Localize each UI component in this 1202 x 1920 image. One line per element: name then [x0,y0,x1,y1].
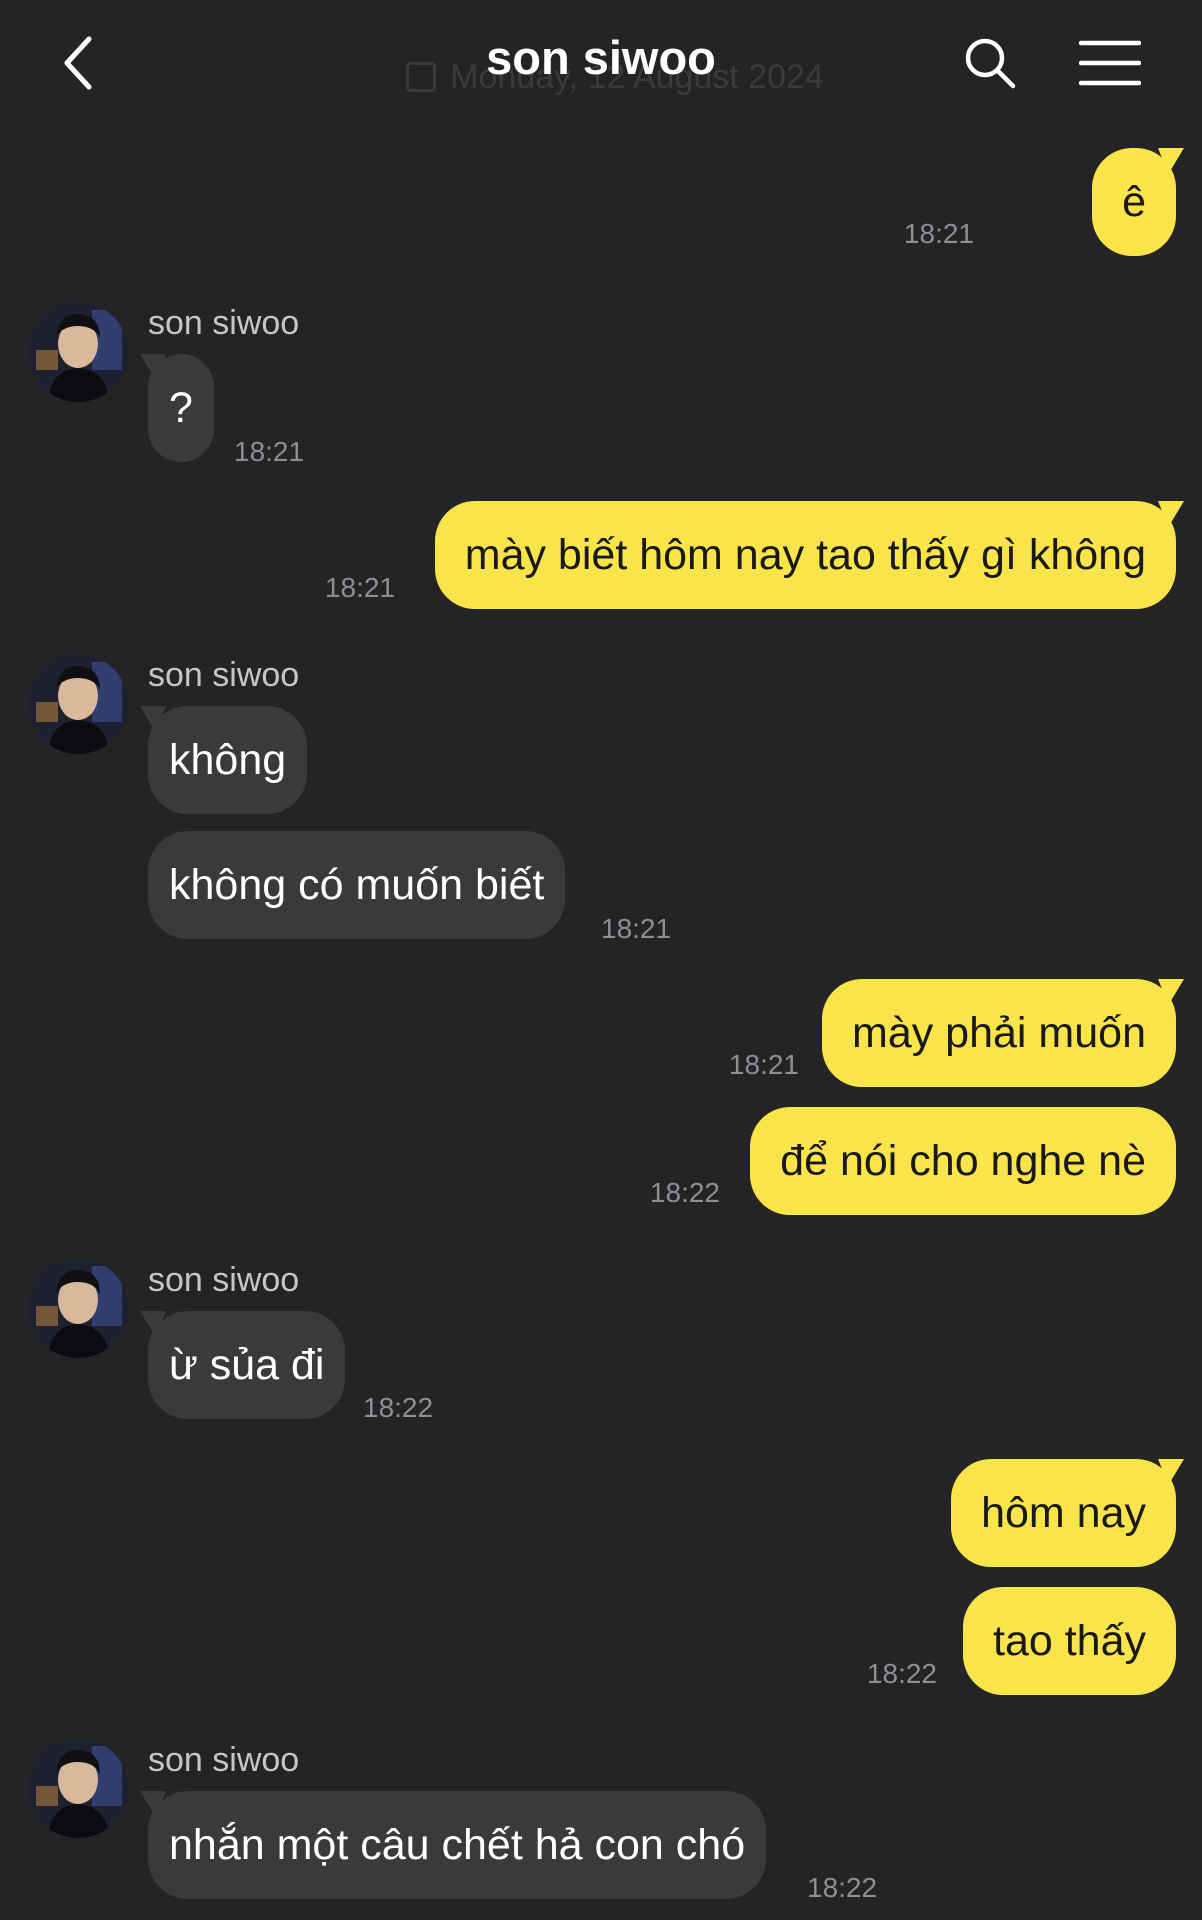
outgoing-message-bubble[interactable]: tao thấy [963,1587,1176,1695]
avatar[interactable] [28,654,128,754]
sender-name: son siwoo [148,656,300,694]
sender-name: son siwoo [148,304,300,342]
avatar-image [28,1738,128,1838]
incoming-message-bubble[interactable]: ? [148,354,214,462]
avatar[interactable] [28,1258,128,1358]
chat-title: son siwoo [486,31,716,84]
avatar-image [28,654,128,754]
sender-name: son siwoo [148,1741,300,1779]
outgoing-message-bubble[interactable]: hôm nay [951,1459,1176,1567]
outgoing-message-bubble[interactable]: mày biết hôm nay tao thấy gì không [434,501,1176,609]
message-timestamp: 18:21 [728,1049,799,1080]
incoming-message-bubble[interactable]: ừ sủa đi [148,1311,346,1419]
avatar[interactable] [28,302,128,402]
sender-name: son siwoo [148,1261,300,1299]
avatar[interactable] [28,1738,128,1838]
incoming-message-bubble[interactable]: không có muốn biết [148,831,566,939]
message-timestamp: 18:22 [866,1658,937,1689]
message-timestamp: 18:21 [234,436,305,467]
incoming-message-bubble[interactable]: nhắn một câu chết hả con chó [148,1791,767,1899]
message-timestamp: 18:21 [903,218,974,249]
message-timestamp: 18:21 [324,572,395,603]
outgoing-message-bubble[interactable]: mày phải muốn [822,979,1176,1087]
outgoing-message-bubble[interactable]: để nói cho nghe nè [750,1107,1176,1215]
message-timestamp: 18:22 [363,1392,434,1423]
chat-header: Monday, 12 August 2024 son siwoo [0,0,1202,130]
incoming-message-bubble[interactable]: không [148,706,308,814]
message-timestamp: 18:22 [807,1872,878,1903]
avatar-image [28,302,128,402]
message-timestamp: 18:21 [601,913,672,944]
message-timestamp: 18:22 [649,1177,720,1208]
outgoing-message-bubble[interactable]: ê [1092,148,1176,256]
avatar-image [28,1258,128,1358]
